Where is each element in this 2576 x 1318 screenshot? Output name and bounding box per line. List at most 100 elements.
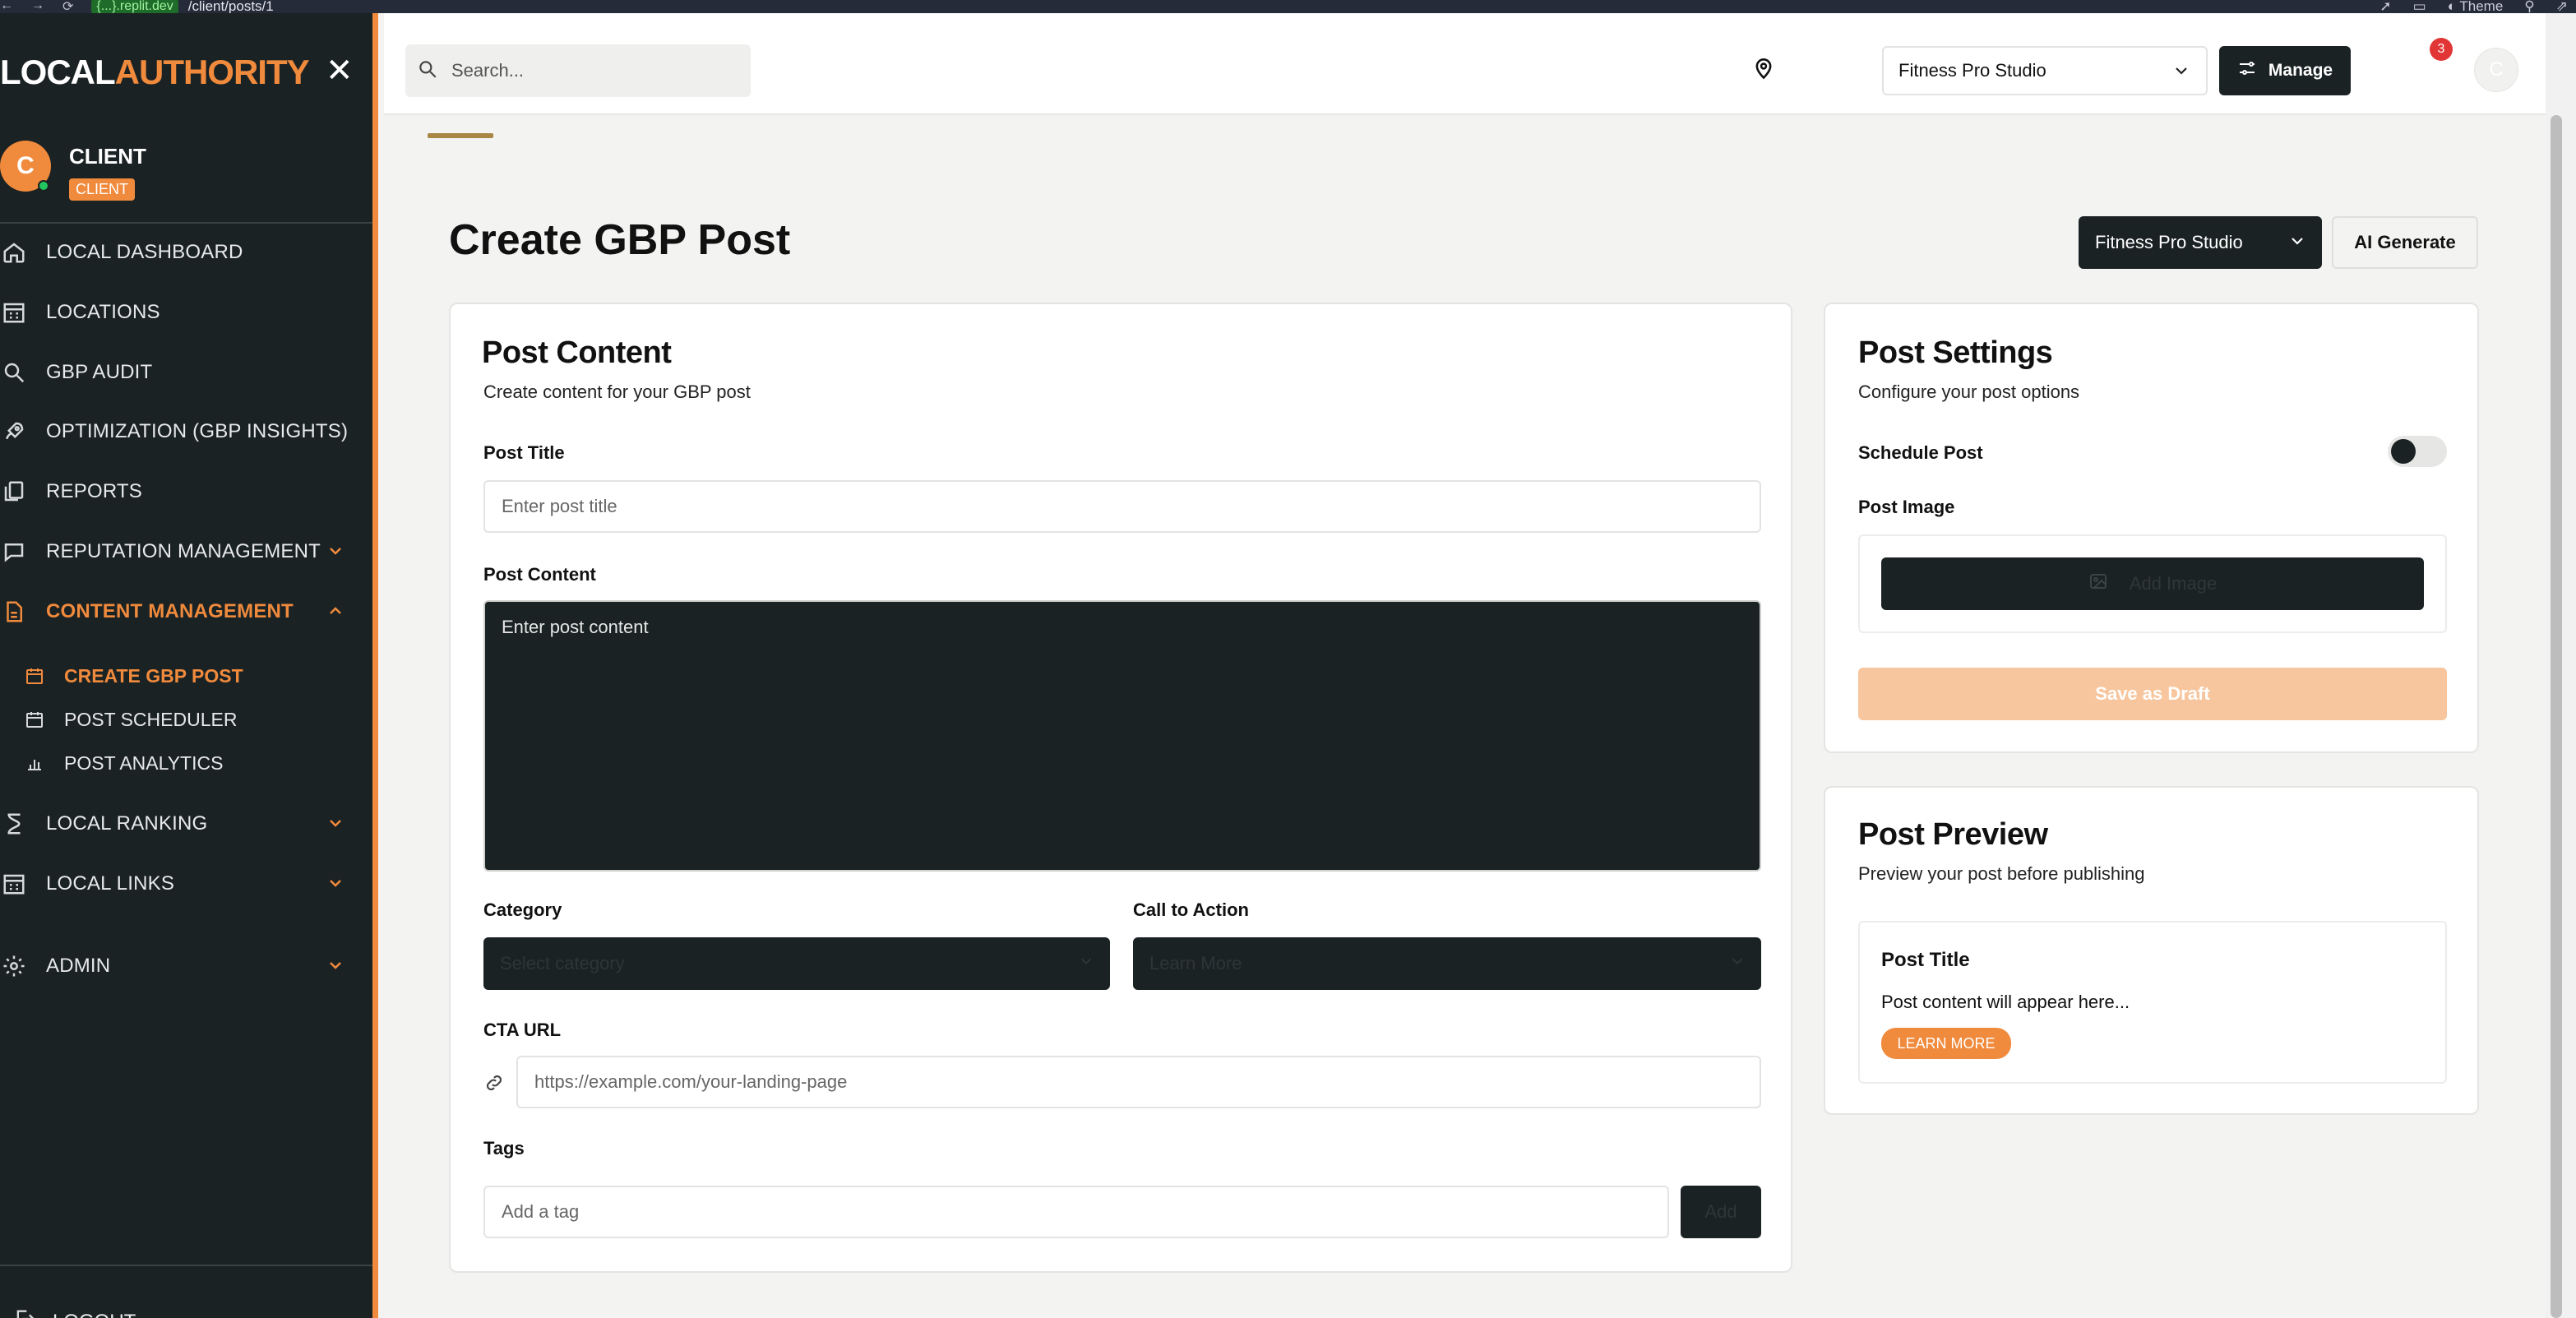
toggle-knob — [2391, 439, 2416, 464]
sidebar-item-local-links[interactable]: LOCAL LINKS — [0, 863, 370, 904]
sidebar-item-label: CONTENT MANAGEMENT — [46, 600, 294, 622]
sidebar-item-reports[interactable]: REPORTS — [0, 471, 370, 512]
card-subtitle: Configure your post options — [1858, 382, 2080, 402]
chevron-down-icon[interactable] — [326, 813, 345, 839]
sidebar: LOCALAUTHORITY ✕ C CLIENT CLIENT LOCAL D… — [0, 13, 378, 1318]
sidebar-item-admin[interactable]: ADMIN — [0, 946, 370, 987]
tag-input[interactable] — [485, 1201, 1667, 1223]
chevron-down-icon — [1728, 952, 1746, 975]
user-avatar[interactable]: C — [2474, 48, 2518, 92]
chevron-down-icon[interactable] — [326, 955, 345, 981]
sidebar-subitem-label: POST SCHEDULER — [64, 708, 238, 730]
sidebar-item-local-dashboard[interactable]: LOCAL DASHBOARD — [0, 232, 370, 273]
hourglass-icon — [0, 810, 28, 838]
sidebar-item-label: OPTIMIZATION (GBP INSIGHTS) — [46, 420, 349, 442]
sidebar-subitem-create-gbp-post[interactable]: CREATE GBP POST — [25, 659, 243, 692]
tag-field — [483, 1186, 1669, 1238]
save-draft-button[interactable]: Save as Draft — [1858, 668, 2447, 720]
cta-select[interactable]: Learn More — [1133, 937, 1761, 990]
chevron-up-icon[interactable] — [326, 601, 345, 627]
category-select[interactable]: Select category — [483, 937, 1110, 990]
card-subtitle: Create content for your GBP post — [483, 382, 751, 402]
sidebar-item-label: LOCAL LINKS — [46, 872, 175, 895]
chevron-down-icon — [2287, 231, 2307, 256]
card-title: Post Preview — [1858, 817, 2048, 852]
bar-chart-icon — [25, 753, 48, 773]
post-content-card: Post Content Create content for your GBP… — [449, 303, 1792, 1273]
sliders-icon — [2237, 58, 2257, 83]
close-sidebar-icon[interactable]: ✕ — [326, 54, 354, 87]
loading-progress-bar — [428, 133, 493, 138]
rocket-icon — [0, 418, 28, 446]
link-icon — [483, 1072, 505, 1098]
browser-bar: ← → ⟳ {...}.replit.dev /client/posts/1 ➚… — [0, 0, 2576, 14]
search-box — [405, 44, 751, 97]
image-icon — [2088, 571, 2108, 596]
chevron-down-icon[interactable] — [326, 541, 345, 567]
schedule-post-label: Schedule Post — [1858, 442, 1983, 463]
preview-learn-more-button[interactable]: LEARN MORE — [1881, 1028, 2011, 1059]
cta-select-value: Learn More — [1149, 953, 1242, 973]
gear-icon — [0, 952, 28, 980]
post-title-label: Post Title — [483, 442, 565, 463]
schedule-post-toggle[interactable] — [2388, 436, 2447, 467]
sidebar-item-optimization[interactable]: OPTIMIZATION (GBP INSIGHTS) — [0, 411, 370, 452]
card-title: Post Settings — [1858, 335, 2053, 370]
sidebar-divider — [0, 1265, 372, 1266]
theme-label: Theme — [2459, 0, 2504, 14]
preview-post-body: Post content will appear here... — [1881, 992, 2130, 1012]
ai-generate-button[interactable]: AI Generate — [2332, 216, 2478, 269]
chevron-down-icon — [2171, 61, 2191, 86]
post-content-label: Post Content — [483, 564, 596, 585]
online-status-dot — [38, 180, 49, 192]
tags-label: Tags — [483, 1138, 525, 1158]
sidebar-item-gbp-audit[interactable]: GBP AUDIT — [0, 352, 370, 393]
logout-icon — [13, 1307, 53, 1318]
post-content-textarea[interactable] — [485, 602, 1760, 870]
scrollbar-thumb[interactable] — [2551, 115, 2562, 1318]
calendar-icon — [25, 710, 48, 729]
post-title-input[interactable] — [485, 496, 1760, 517]
post-image-label: Post Image — [1858, 497, 1955, 517]
top-header: Fitness Pro Studio Manage 3 C — [384, 13, 2546, 115]
page-location-select-value: Fitness Pro Studio — [2095, 232, 2243, 252]
building-icon — [0, 298, 28, 326]
avatar: C — [0, 141, 51, 192]
location-pin-icon[interactable] — [1752, 58, 1775, 85]
page-location-select[interactable]: Fitness Pro Studio — [2079, 216, 2322, 269]
sidebar-item-label: GBP AUDIT — [46, 361, 153, 383]
sidebar-item-content-management[interactable]: CONTENT MANAGEMENT — [0, 591, 370, 632]
post-settings-card: Post Settings Configure your post option… — [1824, 303, 2479, 753]
sidebar-item-label: LOCATIONS — [46, 301, 160, 323]
sidebar-subitem-post-analytics[interactable]: POST ANALYTICS — [25, 747, 223, 779]
logo: LOCALAUTHORITY — [0, 53, 310, 92]
logout-button[interactable]: LOGOUT — [13, 1307, 136, 1318]
sidebar-subitem-label: CREATE GBP POST — [64, 664, 243, 687]
search-icon — [405, 58, 438, 84]
category-select-value: Select category — [500, 953, 625, 973]
search-icon — [0, 358, 28, 386]
cta-url-input[interactable] — [518, 1071, 1760, 1093]
sidebar-item-locations[interactable]: LOCATIONS — [0, 292, 370, 333]
add-image-button[interactable]: Add Image — [1881, 557, 2424, 610]
cta-url-label: CTA URL — [483, 1020, 562, 1040]
manage-button[interactable]: Manage — [2219, 46, 2351, 95]
preview-box: Post Title Post content will appear here… — [1858, 921, 2447, 1084]
sidebar-subitem-post-scheduler[interactable]: POST SCHEDULER — [25, 703, 237, 736]
url-domain: {...}.replit.dev — [91, 0, 178, 13]
search-input[interactable] — [451, 60, 731, 81]
chevron-down-icon[interactable] — [326, 873, 345, 899]
sidebar-item-local-ranking[interactable]: LOCAL RANKING — [0, 803, 370, 844]
avatar-initial: C — [16, 152, 35, 179]
role-badge: CLIENT — [69, 178, 136, 201]
notification-badge[interactable]: 3 — [2430, 38, 2453, 61]
location-select[interactable]: Fitness Pro Studio — [1882, 46, 2208, 95]
sidebar-item-label: LOCAL DASHBOARD — [46, 241, 243, 263]
sidebar-item-label: REPORTS — [46, 480, 142, 502]
category-label: Category — [483, 899, 562, 920]
sidebar-item-reputation-management[interactable]: REPUTATION MANAGEMENT — [0, 531, 370, 572]
add-tag-button[interactable]: Add — [1681, 1186, 1761, 1238]
cta-url-field — [516, 1056, 1761, 1108]
sidebar-item-label: LOCAL RANKING — [46, 812, 208, 835]
add-image-label: Add Image — [2129, 573, 2218, 594]
